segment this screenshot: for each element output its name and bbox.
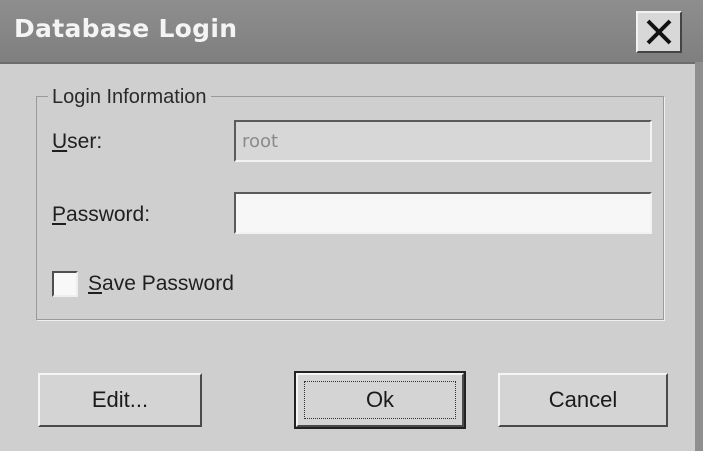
password-label: Password: bbox=[52, 203, 151, 226]
window-title: Database Login bbox=[14, 14, 238, 43]
cancel-button-label: Cancel bbox=[548, 387, 618, 412]
database-login-dialog: Database Login Login Information User: P… bbox=[0, 0, 703, 451]
user-field[interactable] bbox=[234, 120, 652, 162]
title-bar[interactable]: Database Login bbox=[0, 0, 703, 64]
edit-button-label: Edit... bbox=[91, 387, 149, 412]
save-password-checkbox[interactable] bbox=[52, 271, 78, 297]
close-button[interactable] bbox=[636, 11, 682, 53]
close-icon bbox=[646, 19, 672, 45]
password-field[interactable] bbox=[234, 192, 652, 234]
cancel-button[interactable]: Cancel bbox=[498, 373, 668, 427]
user-label: User: bbox=[52, 130, 103, 153]
ok-button[interactable]: Ok bbox=[294, 371, 466, 429]
edit-button[interactable]: Edit... bbox=[38, 373, 202, 427]
focus-rect bbox=[304, 381, 456, 419]
save-password-label[interactable]: Save Password bbox=[88, 272, 234, 296]
window-edge bbox=[695, 62, 703, 451]
group-legend: Login Information bbox=[48, 86, 211, 109]
